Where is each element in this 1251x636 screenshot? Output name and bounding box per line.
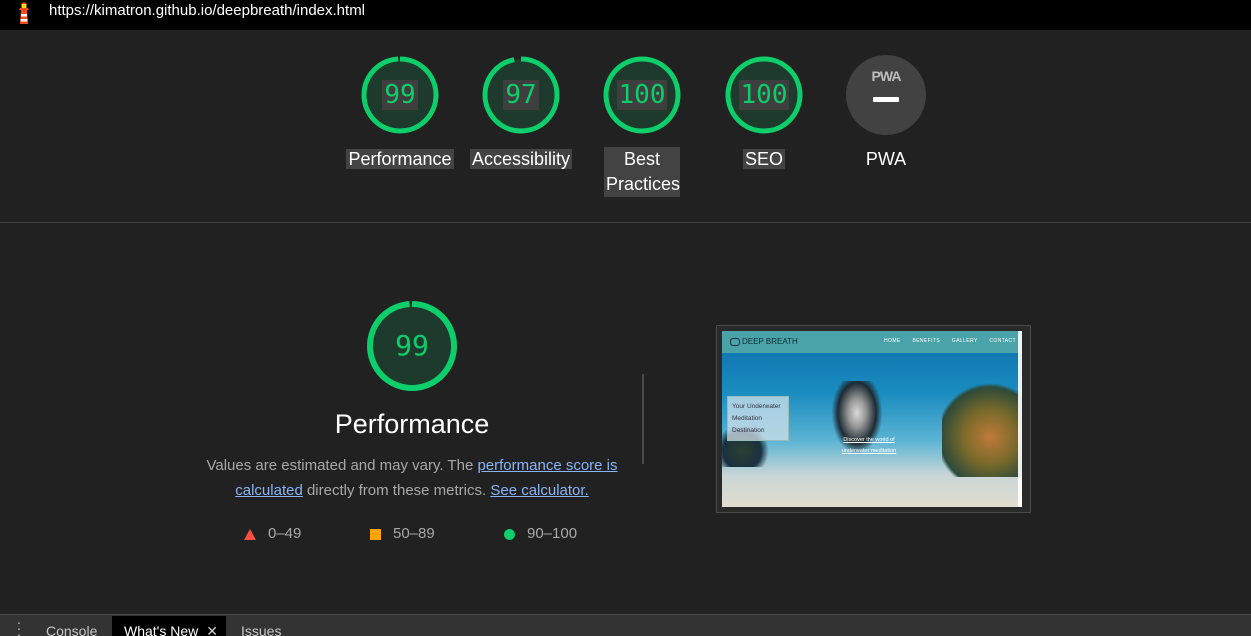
thumb-cta: Discover the world of underwater meditat… [841,437,897,454]
legend-range: 0–49 [268,525,302,542]
devtools-drawer: · · · Console What's New ✕ Issues [0,614,1251,636]
section-divider [0,222,1251,223]
desc-text: Values are estimated and may vary. The [206,457,478,474]
close-icon[interactable]: ✕ [206,623,218,636]
thumb-brand: DEEP BREATH [742,337,798,346]
see-calculator-link[interactable]: See calculator. [490,482,588,499]
tab-console[interactable]: Console [46,621,97,636]
page-url[interactable]: https://kimatron.github.io/deepbreath/in… [49,2,365,20]
tab-label: What's New [124,623,199,636]
desc-text: directly from these metrics. [302,482,491,499]
pwa-badge [846,55,926,135]
lighthouse-icon [19,2,29,24]
pwa-badge-text: PWA [871,68,902,84]
legend-range: 50–89 [393,525,435,542]
thumb-hero-card: Your Underwater Meditation Destination [727,396,789,441]
gauge-score: 100 [616,80,668,110]
thumb-nav-home: HOME [884,338,901,344]
legend-range: 90–100 [527,525,578,542]
url-bar: https://kimatron.github.io/deepbreath/in… [0,0,1251,30]
gauge-score: 99 [382,80,418,110]
thumb-nav-gallery: GALLERY [951,338,978,344]
gauge-label: Best Practices [604,147,680,197]
gauge-label: Performance [346,149,454,169]
more-options-icon[interactable]: · · · [13,615,25,636]
square-icon [370,528,381,540]
legend-average: 50–89 [370,524,435,544]
gauge-label: Accessibility [469,149,573,169]
gauge-score: 97 [503,80,539,110]
performance-description: Values are estimated and may vary. The p… [200,453,624,503]
triangle-icon [244,528,256,540]
thumb-nav-contact: CONTACT [989,338,1016,344]
circle-icon [504,528,515,540]
tab-issues[interactable]: Issues [241,621,281,636]
page-screenshot-thumbnail[interactable]: DEEP BREATH HOME BENEFITS GALLERY CONTAC… [716,325,1031,513]
legend-fail: 0–49 [244,524,301,544]
legend-pass: 90–100 [504,524,577,544]
vertical-divider [642,374,644,464]
performance-score-large: 99 [395,329,429,362]
performance-title: Performance [334,409,490,439]
gauge-label: PWA [865,149,907,169]
thumb-navbar: DEEP BREATH HOME BENEFITS GALLERY CONTAC… [722,331,1022,353]
gauge-score: 100 [738,80,790,110]
gauge-label: SEO [742,149,785,169]
mask-icon [730,337,740,346]
tab-whats-new[interactable]: What's New ✕ [112,616,226,636]
thumb-nav-benefits: BENEFITS [912,338,941,344]
